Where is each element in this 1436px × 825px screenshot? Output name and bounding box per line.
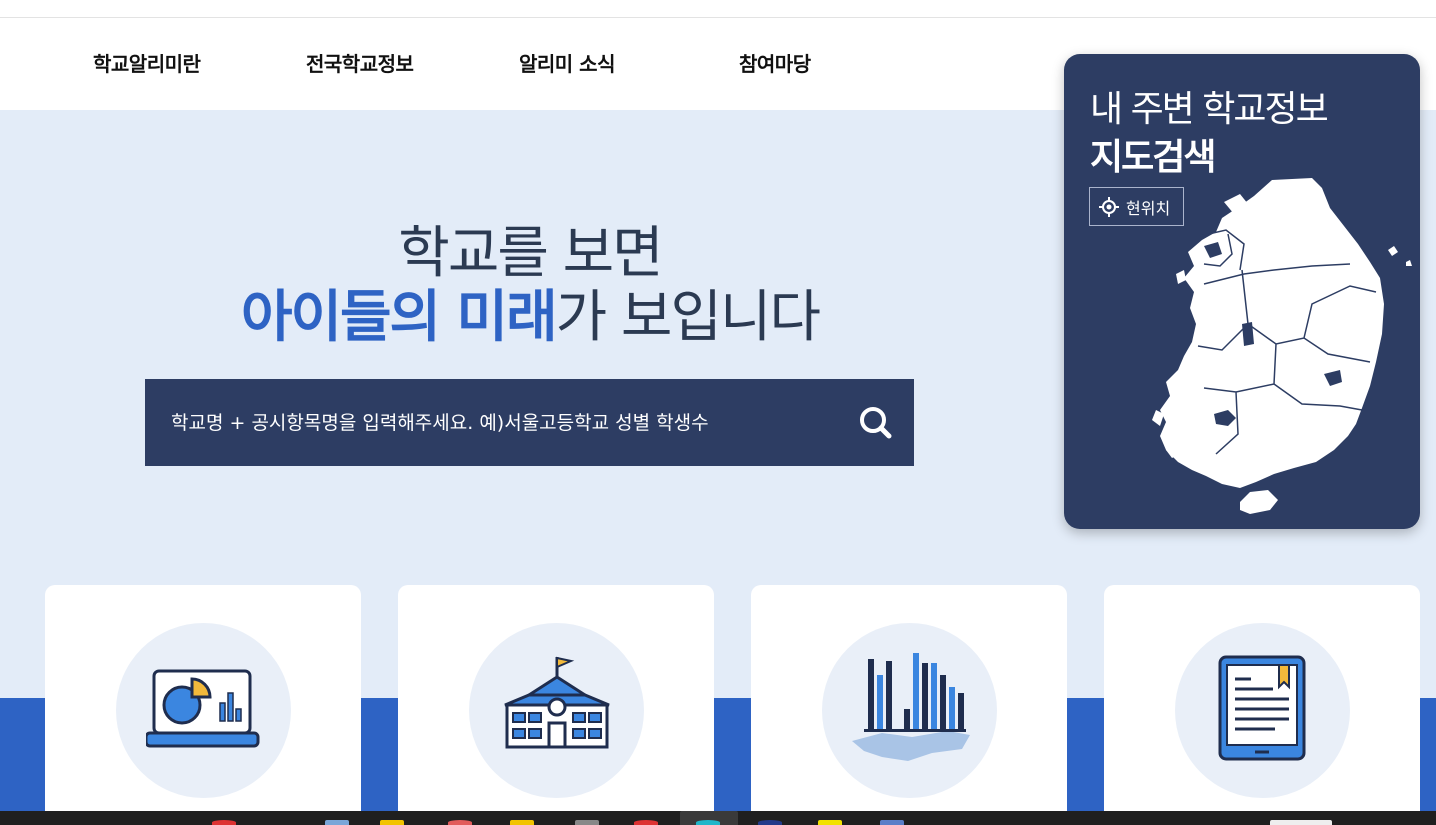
- card-icon-circle: [469, 623, 644, 798]
- search-input[interactable]: [145, 379, 835, 466]
- nav-item-participation[interactable]: 참여마당: [739, 48, 811, 77]
- nav-item-school-info[interactable]: 전국학교정보: [306, 48, 414, 77]
- taskbar-app-icon[interactable]: [212, 820, 236, 825]
- nav-item-about[interactable]: 학교알리미란: [93, 48, 201, 77]
- search-icon: [860, 407, 892, 439]
- hero-headline-line2: 아이들의 미래가 보입니다: [145, 272, 915, 353]
- crosshair-icon: [1099, 196, 1119, 217]
- taskbar-tray-item[interactable]: [1270, 820, 1332, 825]
- card-school-info[interactable]: [398, 585, 714, 825]
- card-regional-statistics[interactable]: [751, 585, 1067, 825]
- school-building-icon: [504, 656, 610, 749]
- taskbar-app-icon[interactable]: [696, 820, 720, 825]
- taskbar-app-icon[interactable]: [510, 820, 534, 825]
- search-bar: [145, 379, 914, 466]
- hero-highlight-text: 아이들의 미래: [240, 285, 558, 350]
- search-button[interactable]: [854, 401, 898, 445]
- nav-item-news[interactable]: 알리미 소식: [519, 48, 615, 77]
- taskbar-app-icon[interactable]: [634, 820, 658, 825]
- pie-chart-laptop-icon: [146, 669, 260, 748]
- taskbar-app-icon[interactable]: [758, 820, 782, 825]
- taskbar-app-icon[interactable]: [380, 820, 404, 825]
- taskbar-app-icon[interactable]: [880, 820, 904, 825]
- taskbar-app-icon[interactable]: [575, 820, 599, 825]
- browser-top-strip: [0, 0, 1436, 18]
- tablet-document-icon: [1218, 655, 1306, 761]
- map-card-title: 내 주변 학교정보: [1090, 89, 1329, 130]
- card-icon-circle: [822, 623, 997, 798]
- korea-map-image[interactable]: [1144, 174, 1414, 524]
- os-taskbar: [0, 811, 1436, 825]
- card-icon-circle: [116, 623, 291, 798]
- card-icon-circle: [1175, 623, 1350, 798]
- hero-headline-rest: 가 보입니다: [555, 285, 821, 350]
- card-publications[interactable]: [1104, 585, 1420, 825]
- taskbar-app-icon[interactable]: [448, 820, 472, 825]
- map-card-subtitle: 지도검색: [1090, 137, 1216, 178]
- bar-chart-map-icon: [852, 653, 970, 761]
- card-statistics[interactable]: [45, 585, 361, 825]
- map-search-card[interactable]: 내 주변 학교정보 지도검색 현위치: [1064, 54, 1420, 529]
- taskbar-app-icon[interactable]: [818, 820, 842, 825]
- taskbar-app-icon[interactable]: [325, 820, 349, 825]
